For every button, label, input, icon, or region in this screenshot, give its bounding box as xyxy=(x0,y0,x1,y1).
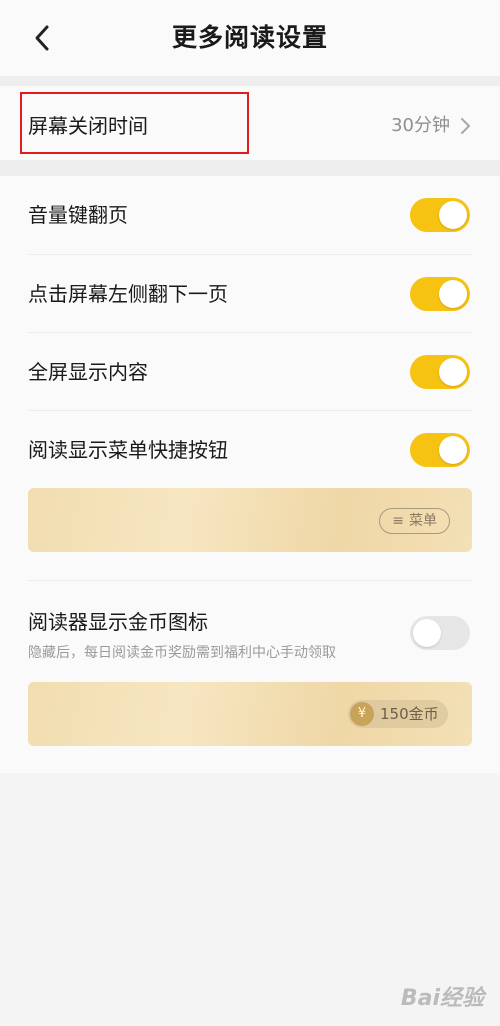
section-divider xyxy=(0,160,500,176)
coin-icon: ¥ xyxy=(350,702,374,726)
setting-row-fullscreen: 全屏显示内容 xyxy=(0,333,500,411)
row-divider xyxy=(28,580,472,581)
screen-off-time-value: 30分钟 xyxy=(391,115,450,136)
chevron-right-icon xyxy=(461,118,470,134)
setting-label: 音量键翻页 xyxy=(28,203,128,227)
volume-key-toggle[interactable] xyxy=(410,198,470,232)
setting-label: 点击屏幕左侧翻下一页 xyxy=(28,282,228,306)
coin-amount: 150金币 xyxy=(380,705,439,723)
toggle-knob xyxy=(439,436,467,464)
toggle-knob xyxy=(439,201,467,229)
fullscreen-toggle[interactable] xyxy=(410,355,470,389)
coin-badge: ¥ 150金币 xyxy=(348,700,448,728)
page-title: 更多阅读设置 xyxy=(171,23,328,52)
setting-row-menu-shortcut: 阅读显示菜单快捷按钮 xyxy=(0,411,500,489)
coin-icon-toggle[interactable] xyxy=(410,616,470,650)
settings-panel: 音量键翻页 点击屏幕左侧翻下一页 全屏显示内容 阅读显示菜单快捷按钮 ≡ 菜单 … xyxy=(0,176,500,773)
menu-shortcut-toggle[interactable] xyxy=(410,433,470,467)
back-button[interactable] xyxy=(22,18,62,58)
chevron-left-icon xyxy=(35,25,49,51)
setting-label: 全屏显示内容 xyxy=(28,360,148,384)
setting-description: 隐藏后，每日阅读金币奖励需到福利中心手动领取 xyxy=(28,645,336,661)
menu-preview-card: ≡ 菜单 xyxy=(28,488,472,552)
menu-label: 菜单 xyxy=(409,513,437,529)
toggle-knob xyxy=(413,619,441,647)
toggle-knob xyxy=(439,358,467,386)
menu-preview-button: ≡ 菜单 xyxy=(379,508,450,534)
menu-icon: ≡ xyxy=(392,513,404,529)
screen-off-time-label: 屏幕关闭时间 xyxy=(28,114,148,138)
setting-row-tap-left: 点击屏幕左侧翻下一页 xyxy=(0,255,500,333)
header-bar: 更多阅读设置 xyxy=(0,0,500,76)
setting-label: 阅读器显示金币图标 xyxy=(28,610,208,634)
toggle-knob xyxy=(439,280,467,308)
tap-left-toggle[interactable] xyxy=(410,277,470,311)
screen-off-time-row[interactable]: 屏幕关闭时间 30分钟 xyxy=(0,86,500,160)
section-divider xyxy=(0,76,500,86)
coin-preview-card: ¥ 150金币 xyxy=(28,682,472,746)
watermark: Bai经验 xyxy=(400,986,484,1011)
setting-row-volume-key: 音量键翻页 xyxy=(0,176,500,254)
setting-label: 阅读显示菜单快捷按钮 xyxy=(28,438,228,462)
